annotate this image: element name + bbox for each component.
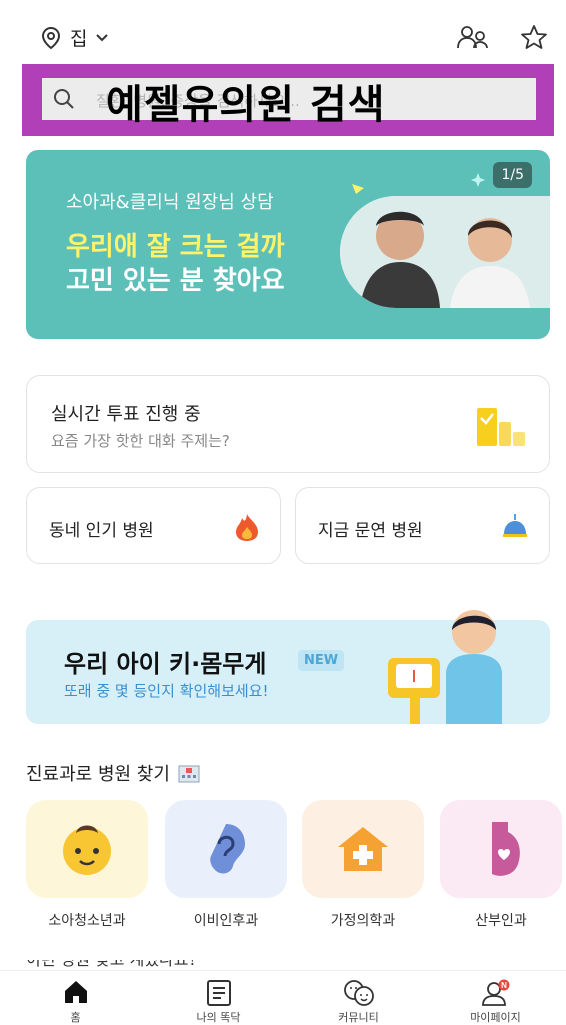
kid-growth-banner[interactable]: 우리 아이 키·몸무게 NEW 또래 중 몇 등인지 확인해보세요! <box>26 610 550 724</box>
star-icon[interactable] <box>520 24 548 50</box>
banner-headline-2: 고민 있는 분 찾아요 <box>66 266 285 296</box>
vote-title: 실시간 투표 진행 중 <box>51 404 201 425</box>
search-input[interactable]: 질환, 병원, 증상을 검색하세요... 예젤유의원 검색 <box>42 78 536 128</box>
community-faces-icon <box>343 980 374 1006</box>
live-vote-card[interactable]: 실시간 투표 진행 중 요즘 가장 핫한 대화 주제는? <box>26 375 550 473</box>
location-selector[interactable]: 집 <box>40 24 109 51</box>
bottom-tab-bar: 홈 나의 똑닥 커뮤니티 N 마이페이지 <box>0 970 566 1025</box>
chevron-down-icon <box>96 33 109 41</box>
ear-icon <box>210 824 245 874</box>
open-now-hospitals-label: 지금 문연 병원 <box>318 521 423 541</box>
doctors-photo <box>340 196 550 308</box>
banner-subtitle: 소아과&클리닉 원장님 상담 <box>66 192 274 213</box>
dept-ent-label: 이비인후과 <box>193 913 259 929</box>
search-title-label: 예젤유의원 검색 <box>106 82 386 128</box>
pregnancy-icon <box>492 822 520 876</box>
department-title-text: 진료과로 병원 찾기 <box>26 764 170 785</box>
family-icon[interactable] <box>456 24 490 50</box>
dept-family-medicine-button[interactable] <box>302 800 424 898</box>
siren-light-icon <box>503 514 527 537</box>
new-badge: NEW <box>298 650 345 671</box>
kid-growth-subtitle: 또래 중 몇 등인지 확인해보세요! <box>64 682 269 700</box>
location-label: 집 <box>70 28 88 50</box>
popular-hospitals-label: 동네 인기 병원 <box>49 521 154 541</box>
department-section-title: 진료과로 병원 찾기 <box>26 760 200 786</box>
star-sparkle-icon <box>471 173 485 187</box>
baby-face-icon <box>63 825 111 875</box>
dept-obgyn-button[interactable] <box>440 800 562 898</box>
document-list-icon <box>206 980 231 1006</box>
tab-my-page-label: 마이페이지 <box>470 1011 521 1024</box>
dept-ent-button[interactable] <box>165 800 287 898</box>
dept-pediatrics-button[interactable] <box>26 800 148 898</box>
bar-chart-icon <box>477 408 525 446</box>
tab-home-label: 홈 <box>70 1011 81 1024</box>
child-on-scale-illustration <box>388 610 502 724</box>
sparkle-icon <box>352 184 364 194</box>
tab-community-label: 커뮤니티 <box>338 1011 379 1024</box>
promo-banner[interactable]: 소아과&클리닉 원장님 상담 우리애 잘 크는 걸까 고민 있는 분 찾아요 1… <box>26 150 550 339</box>
top-bar: 집 <box>0 0 566 62</box>
dept-pediatrics-label: 소아청소년과 <box>48 913 126 929</box>
fire-icon <box>236 514 258 541</box>
tab-community[interactable]: 커뮤니티 <box>288 971 429 1025</box>
open-now-hospitals-button[interactable]: 지금 문연 병원 <box>295 487 550 564</box>
svg-text:N: N <box>501 981 507 990</box>
vote-subtitle: 요즘 가장 핫한 대화 주제는? <box>51 432 230 450</box>
kid-growth-title: 우리 아이 키·몸무게 <box>64 650 267 678</box>
home-icon <box>64 981 87 1003</box>
location-pin-icon <box>41 26 61 49</box>
tab-home[interactable]: 홈 <box>5 971 146 1025</box>
tab-my-ddocdoc[interactable]: 나의 똑닥 <box>148 971 289 1025</box>
dept-family-medicine-label: 가정의학과 <box>330 913 396 929</box>
popular-hospitals-button[interactable]: 동네 인기 병원 <box>26 487 281 564</box>
search-overlay: 질환, 병원, 증상을 검색하세요... 예젤유의원 검색 <box>22 64 554 136</box>
tab-my-ddocdoc-label: 나의 똑닥 <box>196 1011 241 1024</box>
hospital-building-icon <box>178 765 200 783</box>
next-section-title-clipped: 이런 병원 찾고 계셨나요? <box>26 960 197 970</box>
search-icon <box>54 89 74 109</box>
banner-page-indicator: 1/5 <box>493 162 532 188</box>
tab-my-page[interactable]: N 마이페이지 <box>425 971 566 1025</box>
user-profile-icon: N <box>481 979 509 1006</box>
dept-obgyn-label: 산부인과 <box>475 913 527 929</box>
medical-house-icon <box>338 827 388 871</box>
banner-headline-1: 우리애 잘 크는 걸까 <box>66 232 285 262</box>
